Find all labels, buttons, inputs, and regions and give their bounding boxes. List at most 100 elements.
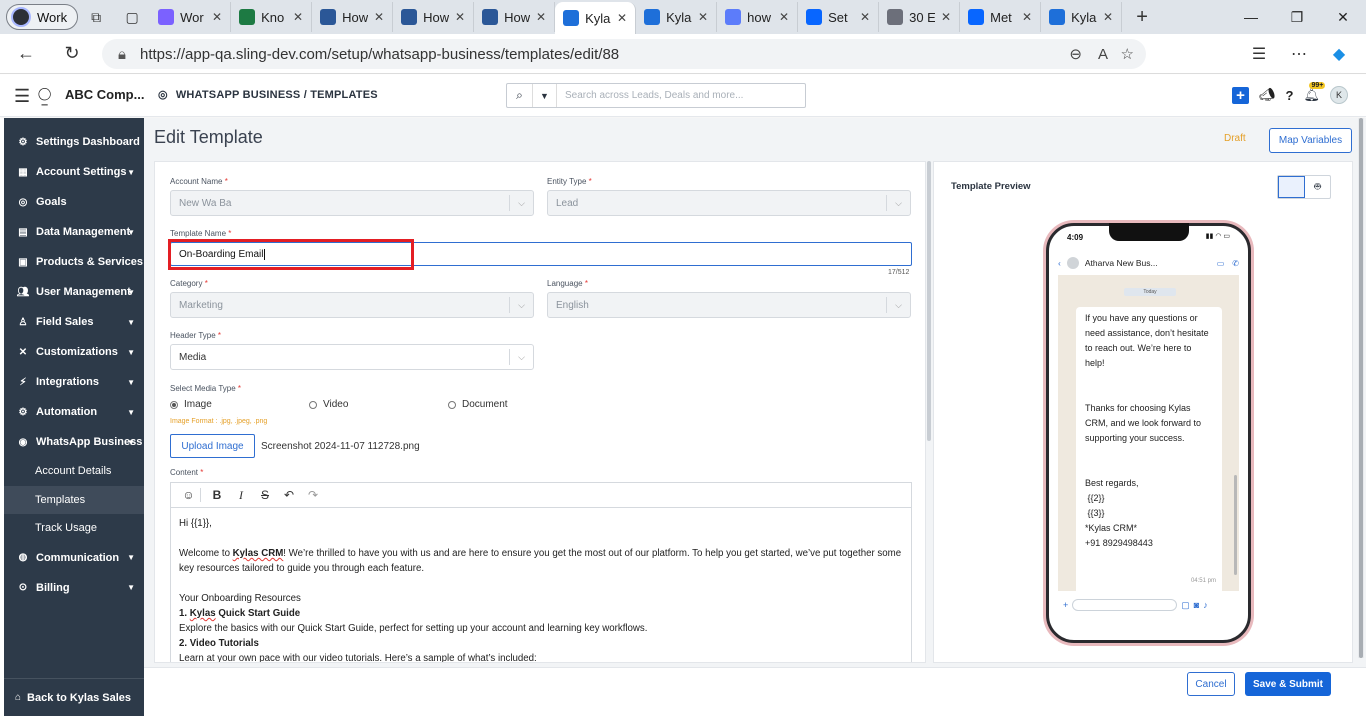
close-tab-icon[interactable]: ✕: [860, 10, 870, 24]
add-icon[interactable]: +: [1232, 86, 1250, 104]
language-select[interactable]: English ⌵: [547, 292, 911, 318]
browser-tab[interactable]: how ✕: [717, 2, 799, 32]
content-label: Content *: [170, 468, 204, 477]
tab-title: how: [747, 9, 771, 25]
hamburger-menu-icon[interactable]: ☰: [14, 86, 30, 107]
zoom-icon[interactable]: ⊖: [1069, 45, 1082, 63]
italic-icon[interactable]: I: [229, 488, 253, 503]
sidebar-item-settings-dashboard[interactable]: ⚙ Settings Dashboard: [4, 127, 144, 157]
chevron-down-icon[interactable]: ▼: [533, 84, 557, 107]
header-type-select[interactable]: Media ⌵: [170, 344, 534, 370]
back-icon[interactable]: ←: [6, 38, 46, 70]
browser-tab[interactable]: How ✕: [474, 2, 556, 32]
restore-icon[interactable]: ❐: [1274, 0, 1320, 34]
avatar[interactable]: K: [1330, 86, 1348, 104]
map-variables-button[interactable]: Map Variables: [1269, 128, 1352, 153]
profile-button[interactable]: Work: [6, 4, 79, 30]
close-tab-icon[interactable]: ✕: [1103, 10, 1113, 24]
browser-tab[interactable]: Kyla ✕: [636, 2, 718, 32]
refresh-icon[interactable]: ↻: [52, 38, 92, 70]
browser-tab[interactable]: Met ✕: [960, 2, 1042, 32]
form-scrollbar[interactable]: [927, 161, 931, 441]
close-tab-icon[interactable]: ✕: [779, 10, 789, 24]
favorites-icon[interactable]: ☰: [1242, 39, 1276, 69]
close-tab-icon[interactable]: ✕: [212, 10, 222, 24]
undo-icon[interactable]: ↶: [277, 488, 301, 502]
sidebar-item-automation[interactable]: ⚙ Automation ▼: [4, 397, 144, 427]
account-name-select[interactable]: New Wa Ba ⌵: [170, 190, 534, 216]
sidebar-footer-label: Back to Kylas Sales: [27, 691, 131, 704]
category-select[interactable]: Marketing ⌵: [170, 292, 534, 318]
emoji-icon[interactable]: ☺: [177, 488, 201, 502]
close-tab-icon[interactable]: ✕: [536, 10, 546, 24]
browser-tab[interactable]: Kyla ✕: [1041, 2, 1123, 32]
save-submit-button[interactable]: Save & Submit: [1245, 672, 1331, 696]
cancel-button[interactable]: Cancel: [1187, 672, 1235, 696]
tab-actions-icon[interactable]: ▢: [114, 4, 150, 30]
browser-tab[interactable]: 30 E ✕: [879, 2, 961, 32]
browser-tab[interactable]: Wor ✕: [150, 2, 232, 32]
close-tab-icon[interactable]: ✕: [698, 10, 708, 24]
company-name[interactable]: ABC Comp...: [65, 87, 144, 102]
close-tab-icon[interactable]: ✕: [941, 10, 951, 24]
entity-type-select[interactable]: Lead ⌵: [547, 190, 911, 216]
sidebar-item-customizations[interactable]: ✕ Customizations ▼: [4, 337, 144, 367]
sidebar-item-account-settings[interactable]: ▦ Account Settings ▼: [4, 157, 144, 187]
page-scrollbar[interactable]: [1358, 118, 1364, 658]
radio-document[interactable]: Document: [448, 399, 508, 410]
meta-icon: [968, 9, 985, 25]
strikethrough-icon[interactable]: S: [253, 488, 277, 502]
sidebar-subitem-track-usage[interactable]: Track Usage: [4, 514, 144, 543]
entity-type-value: Lead: [556, 197, 579, 209]
browser-tab[interactable]: How ✕: [312, 2, 394, 32]
sidebar-item-communication[interactable]: ◍ Communication ▼: [4, 543, 144, 573]
new-tab-button[interactable]: +: [1122, 6, 1162, 29]
close-tab-icon[interactable]: ✕: [455, 10, 465, 24]
sidebar-item-user-management[interactable]: 👥︎ User Management ▼: [4, 277, 144, 307]
search-icon[interactable]: ⌕: [507, 84, 533, 107]
browser-tab[interactable]: How ✕: [393, 2, 475, 32]
search-input[interactable]: [557, 90, 797, 101]
minimize-icon[interactable]: —: [1228, 0, 1274, 34]
excel-icon: [239, 9, 256, 25]
back-to-kylas-sales[interactable]: ⌂ Back to Kylas Sales: [4, 678, 144, 716]
radio-image[interactable]: Image: [170, 399, 212, 410]
sidebar-subitem-account-details[interactable]: Account Details: [4, 457, 144, 486]
android-icon[interactable]: 🤖︎: [1305, 176, 1330, 198]
sidebar-item-whatsapp-business[interactable]: ◉ WhatsApp Business ▼: [4, 427, 144, 457]
close-tab-icon[interactable]: ✕: [1022, 10, 1032, 24]
upload-image-button[interactable]: Upload Image: [170, 434, 255, 458]
bell-icon[interactable]: 🔔︎ 99+: [1303, 82, 1326, 103]
copilot-icon[interactable]: ◆: [1322, 39, 1356, 69]
sidebar-item-billing[interactable]: ⊙ Billing ▼: [4, 573, 144, 603]
sidebar-item-products-services[interactable]: ▣ Products & Services: [4, 247, 144, 277]
close-tab-icon[interactable]: ✕: [374, 10, 384, 24]
more-icon[interactable]: ⋯: [1282, 39, 1316, 69]
redo-icon[interactable]: ↷: [301, 488, 325, 502]
sidebar-subitem-templates[interactable]: Templates: [4, 485, 144, 514]
phone-mockup: 4:09 ▮▮ ◠ ▭ ‹ Atharva New Bus... ▭ ✆ Toda…: [1046, 223, 1251, 643]
read-aloud-icon[interactable]: A: [1098, 46, 1108, 63]
megaphone-icon[interactable]: 📣︎: [1259, 87, 1276, 103]
browser-tab[interactable]: Kyla ✕: [555, 2, 637, 34]
apple-icon[interactable]: [1278, 176, 1305, 198]
video-icon: ▭: [1216, 258, 1225, 268]
workspaces-icon[interactable]: ⧉: [78, 4, 114, 30]
close-tab-icon[interactable]: ✕: [617, 11, 627, 25]
bold-icon[interactable]: B: [205, 488, 229, 502]
sidebar-item-goals[interactable]: ◎ Goals: [4, 187, 144, 217]
lock-icon[interactable]: 🔒︎: [118, 46, 126, 63]
sidebar-item-integrations[interactable]: ⚡︎ Integrations ▼: [4, 367, 144, 397]
help-icon[interactable]: ?: [1286, 88, 1294, 103]
close-tab-icon[interactable]: ✕: [293, 10, 303, 24]
sidebar-item-data-management[interactable]: ▤ Data Management ▼: [4, 217, 144, 247]
highlight-box: [168, 239, 414, 270]
browser-tab[interactable]: Set ✕: [798, 2, 880, 32]
sidebar-item-field-sales[interactable]: ♙ Field Sales ▼: [4, 307, 144, 337]
radio-video[interactable]: Video: [309, 399, 348, 410]
browser-tab[interactable]: Kno ✕: [231, 2, 313, 32]
content-editor[interactable]: Hi {{1}}, Welcome to Kylas CRM! We’re th…: [170, 508, 912, 662]
close-window-icon[interactable]: ✕: [1320, 0, 1366, 34]
favorite-star-icon[interactable]: ☆: [1121, 45, 1134, 63]
url-bar[interactable]: 🔒︎ https://app-qa.sling-dev.com/setup/wh…: [102, 39, 1146, 69]
